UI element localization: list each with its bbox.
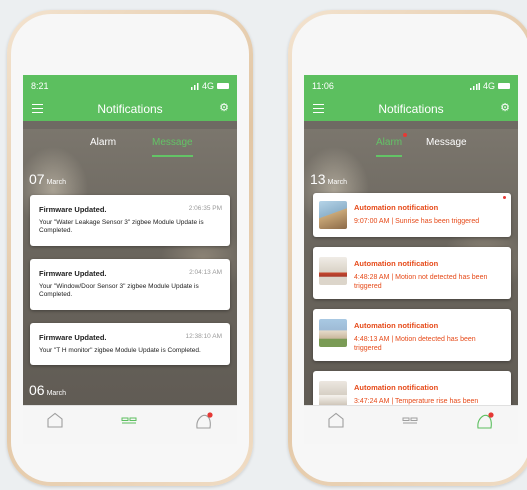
message-card[interactable]: Firmware Updated. 2:06:35 PM Your "Water… [30, 195, 230, 246]
right-screen: 11:06 4G Notifications ⚙ Alarm Message 1… [304, 75, 518, 444]
status-time: 8:21 [31, 81, 49, 91]
message-title: Firmware Updated. [39, 205, 107, 214]
home-icon[interactable] [327, 412, 347, 430]
alerts-icon[interactable] [474, 412, 494, 430]
message-time: 12:38:10 AM [185, 333, 223, 340]
network-type: 4G [482, 81, 495, 91]
date-header: 06 March [29, 382, 66, 400]
status-time: 11:06 [312, 81, 334, 91]
page-title: Notifications [97, 102, 163, 116]
alarm-title: Automation notification [354, 259, 439, 268]
unread-dot [503, 196, 506, 199]
tab-active-underline [152, 155, 193, 157]
date-header: 13 March [310, 171, 347, 189]
tab-alarm[interactable]: Alarm [376, 133, 408, 157]
alarm-detail: 4:48:28 AM | Motion not detected has bee… [354, 274, 488, 290]
header-bar: Notifications ⚙ [304, 97, 518, 121]
alerts-icon[interactable] [193, 412, 213, 430]
scene-thumbnail [319, 257, 347, 285]
bottom-nav [23, 405, 237, 444]
message-time: 2:04:13 AM [189, 269, 222, 276]
date-month: March [327, 179, 348, 186]
devices-icon[interactable] [120, 412, 140, 430]
message-title: Firmware Updated. [39, 333, 107, 342]
message-title: Firmware Updated. [39, 269, 107, 278]
gear-icon[interactable]: ⚙ [219, 102, 229, 114]
date-day: 13 [310, 171, 326, 187]
alarm-detail: 4:48:13 AM | Motion detected has been tr… [354, 336, 476, 352]
left-screen: 8:21 4G Notifications ⚙ Alarm Message 07… [23, 75, 237, 444]
alarm-title: Automation notification [354, 321, 439, 330]
date-month: March [46, 179, 67, 186]
signal-indicator: 4G [469, 81, 510, 91]
tab-label: Alarm [90, 137, 117, 148]
message-card[interactable]: Firmware Updated. 2:04:13 AM Your "Windo… [30, 259, 230, 310]
tab-message[interactable]: Message [152, 137, 193, 157]
gear-icon[interactable]: ⚙ [500, 102, 510, 114]
page-title: Notifications [378, 102, 444, 116]
message-card[interactable]: Firmware Updated. 12:38:10 AM Your "T H … [30, 323, 230, 365]
alarm-card[interactable]: Automation notification 4:48:13 AM | Mot… [313, 309, 511, 361]
tab-active-underline [376, 155, 403, 157]
right-phone-frame: 11:06 4G Notifications ⚙ Alarm Message 1… [288, 10, 527, 486]
battery-icon [498, 83, 510, 89]
signal-icon [469, 82, 480, 90]
alarm-card[interactable]: Automation notification 4:48:28 AM | Mot… [313, 247, 511, 299]
header-bar: Notifications ⚙ [23, 97, 237, 121]
alarm-detail: 9:07:00 AM | Sunrise has been triggered [354, 218, 480, 225]
status-bar: 11:06 4G [304, 75, 518, 97]
message-body: Your "Window/Door Sensor 3" zigbee Modul… [39, 283, 199, 298]
tab-bar: Alarm Message [23, 129, 237, 157]
status-bar: 8:21 4G [23, 75, 237, 97]
alarm-title: Automation notification [354, 383, 439, 392]
devices-icon[interactable] [401, 412, 421, 430]
date-month: March [46, 390, 67, 397]
scene-thumbnail [319, 319, 347, 347]
date-day: 07 [29, 171, 45, 187]
network-type: 4G [201, 81, 214, 91]
message-time: 2:06:35 PM [188, 205, 222, 212]
bottom-nav [304, 405, 518, 444]
phone-bezel: 11:06 4G Notifications ⚙ Alarm Message 1… [292, 14, 527, 482]
left-phone-frame: 8:21 4G Notifications ⚙ Alarm Message 07… [7, 10, 253, 486]
signal-indicator: 4G [190, 81, 229, 91]
phone-bezel: 8:21 4G Notifications ⚙ Alarm Message 07… [11, 14, 249, 482]
alarm-title: Automation notification [354, 203, 439, 212]
alarm-badge [403, 133, 408, 137]
tab-alarm[interactable]: Alarm [90, 137, 116, 148]
date-header: 07 March [29, 171, 66, 189]
tab-label: Alarm [376, 137, 403, 148]
alarm-card[interactable]: Automation notification 9:07:00 AM | Sun… [313, 193, 511, 237]
scene-thumbnail [319, 201, 347, 229]
home-icon[interactable] [46, 412, 66, 430]
tab-label: Message [152, 137, 193, 148]
message-body: Your "T H monitor" zigbee Module Update … [39, 347, 201, 354]
tab-message[interactable]: Message [426, 137, 467, 148]
tab-label: Message [426, 137, 467, 148]
date-day: 06 [29, 382, 45, 398]
signal-icon [190, 82, 199, 90]
tab-bar: Alarm Message [304, 129, 518, 157]
message-body: Your "Water Leakage Sensor 3" zigbee Mod… [39, 219, 204, 234]
battery-icon [217, 83, 229, 89]
